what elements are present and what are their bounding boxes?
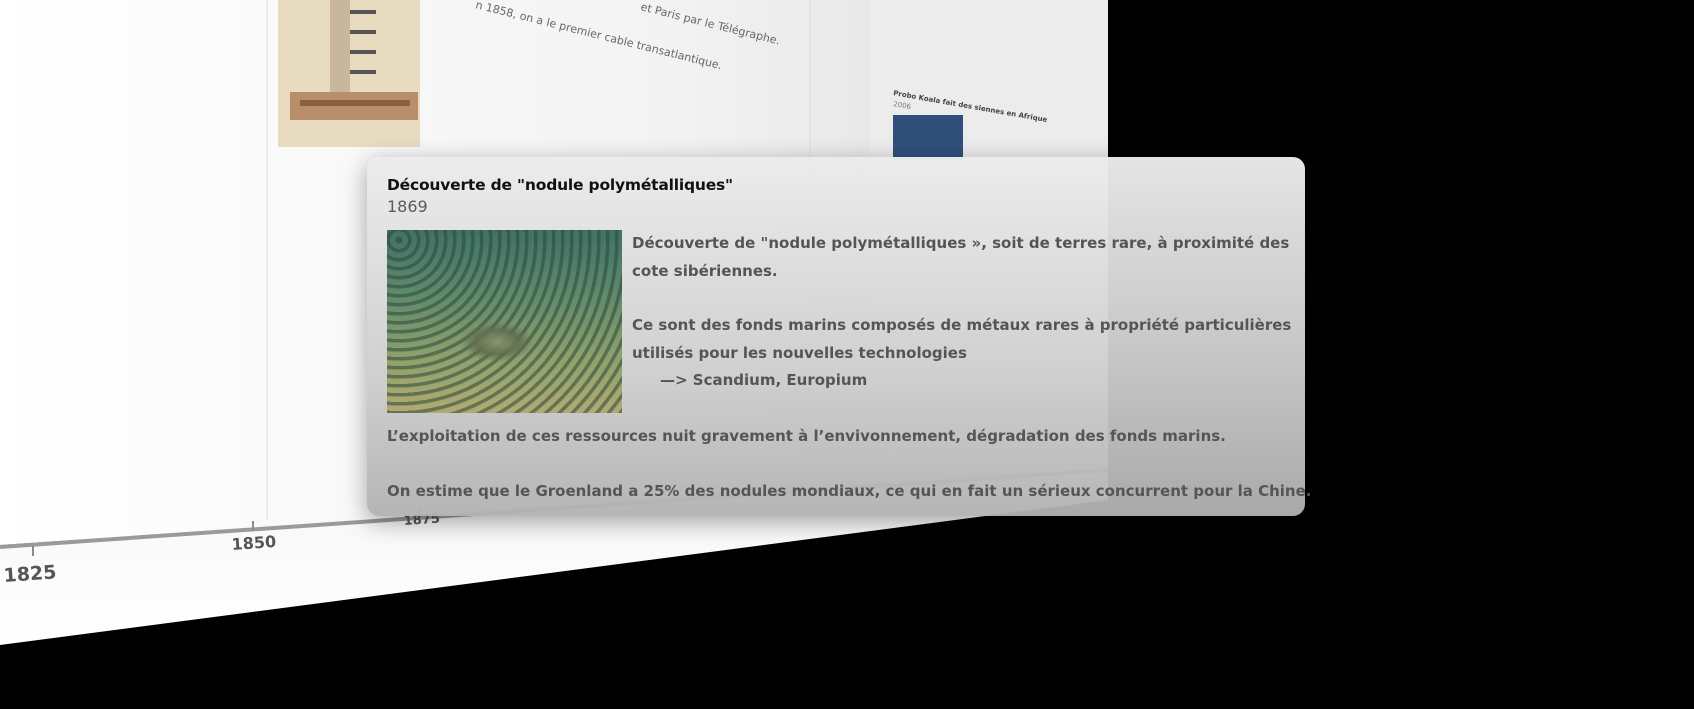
- description-paragraph-3: L’exploitation de ces ressources nuit gr…: [387, 427, 1226, 445]
- side-item-photo[interactable]: [893, 115, 963, 160]
- event-title: Découverte de "nodule polymétalliques": [387, 176, 733, 194]
- axis-label-1850: 1850: [231, 532, 277, 554]
- event-year: 1869: [387, 197, 428, 216]
- lighthouse-image[interactable]: [278, 0, 420, 147]
- description-paragraph-1: Découverte de "nodule polymétalliques »,…: [632, 234, 1290, 280]
- description-paragraph-4: On estime que le Groenland a 25% des nod…: [387, 482, 1312, 500]
- axis-label-1825: 1825: [3, 561, 57, 587]
- event-body: Découverte de "nodule polymétalliques »,…: [387, 230, 1311, 525]
- description-paragraph-2: Ce sont des fonds marins composés de mét…: [632, 316, 1292, 362]
- seafloor-nodules-image[interactable]: [387, 230, 622, 413]
- event-detail-popup[interactable]: Découverte de "nodule polymétalliques" 1…: [367, 157, 1311, 516]
- event-description: Découverte de "nodule polymétalliques »,…: [632, 230, 1292, 422]
- description-list: —> Scandium, Europium: [660, 371, 868, 389]
